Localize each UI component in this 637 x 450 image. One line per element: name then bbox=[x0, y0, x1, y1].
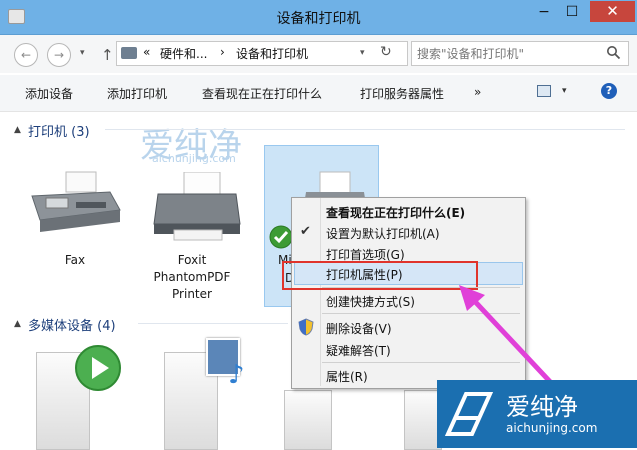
view-options-dropdown[interactable]: ▾ bbox=[562, 86, 567, 96]
help-icon[interactable]: ? bbox=[601, 83, 617, 99]
close-button[interactable]: ✕ bbox=[590, 1, 635, 22]
menu-item-set-default[interactable]: 设置为默认打印机(A) bbox=[326, 225, 440, 242]
add-printer-button[interactable]: 添加打印机 bbox=[107, 85, 167, 102]
default-printer-check-icon bbox=[269, 225, 293, 249]
menu-item-remove-device[interactable]: 删除设备(V) bbox=[326, 320, 392, 337]
maximize-button[interactable]: ☐ bbox=[558, 2, 586, 22]
watermark-logo-url: aichunjing.com bbox=[506, 421, 598, 435]
search-icon[interactable] bbox=[606, 45, 621, 60]
change-view-icon[interactable] bbox=[537, 85, 551, 97]
device-label-foxit-text: Foxit PhantomPDF Printer bbox=[153, 253, 231, 301]
back-button[interactable]: ← bbox=[14, 43, 38, 67]
search-placeholder: 搜索"设备和打印机" bbox=[417, 47, 525, 61]
devices-folder-icon bbox=[121, 47, 137, 59]
watermark-url: aichunjing.com bbox=[152, 152, 236, 165]
toolbar-more-button[interactable]: » bbox=[474, 85, 481, 99]
add-device-button[interactable]: 添加设备 bbox=[25, 85, 73, 102]
print-server-properties-button[interactable]: 打印服务器属性 bbox=[360, 85, 444, 102]
media-device-3[interactable] bbox=[284, 390, 332, 450]
see-whats-printing-button[interactable]: 查看现在正在打印什么 bbox=[202, 85, 322, 102]
address-dropdown[interactable]: ▾ bbox=[360, 48, 365, 58]
breadcrumb-separator: « bbox=[143, 45, 151, 59]
collapse-printers-icon[interactable]: ▲ bbox=[14, 125, 21, 135]
multimedia-group-header[interactable]: 多媒体设备 (4) bbox=[28, 315, 116, 334]
recent-locations-dropdown[interactable]: ▾ bbox=[80, 48, 85, 58]
printers-group-line bbox=[105, 129, 625, 130]
menu-item-create-shortcut[interactable]: 创建快捷方式(S) bbox=[326, 293, 415, 310]
collapse-multimedia-icon[interactable]: ▲ bbox=[14, 319, 21, 329]
play-icon bbox=[75, 345, 121, 391]
fax-printer-icon[interactable] bbox=[26, 170, 126, 240]
menu-item-see-printing[interactable]: 查看现在正在打印什么(E) bbox=[326, 204, 465, 221]
multimedia-group-line bbox=[138, 323, 288, 324]
printers-group-header[interactable]: 打印机 (3) bbox=[28, 121, 90, 140]
watermark-logo-icon bbox=[444, 392, 494, 436]
uac-shield-icon bbox=[298, 318, 314, 336]
device-label-foxit[interactable]: Foxit PhantomPDF Printer bbox=[150, 252, 234, 303]
annotation-red-highlight-box bbox=[282, 261, 478, 290]
foxit-printer-icon[interactable] bbox=[148, 172, 248, 247]
breadcrumb-arrow[interactable]: › bbox=[220, 45, 225, 59]
menu-item-properties[interactable]: 属性(R) bbox=[326, 368, 368, 385]
menu-gutter bbox=[320, 198, 321, 386]
breadcrumb-devices-printers[interactable]: 设备和打印机 bbox=[236, 45, 308, 62]
refresh-button[interactable]: ↻ bbox=[380, 44, 392, 60]
minimize-button[interactable]: − bbox=[530, 2, 558, 22]
forward-button[interactable]: → bbox=[47, 43, 71, 67]
up-button[interactable]: ↑ bbox=[101, 46, 114, 64]
music-note-icon: ♪ bbox=[228, 360, 245, 390]
breadcrumb-hardware[interactable]: 硬件和... bbox=[160, 45, 207, 62]
watermark-logo-text-cn: 爱纯净 bbox=[506, 393, 578, 421]
menu-item-troubleshoot[interactable]: 疑难解答(T) bbox=[326, 342, 391, 359]
checkmark-icon: ✔ bbox=[300, 224, 311, 239]
device-label-fax[interactable]: Fax bbox=[40, 252, 110, 269]
annotation-arrow bbox=[459, 285, 557, 389]
